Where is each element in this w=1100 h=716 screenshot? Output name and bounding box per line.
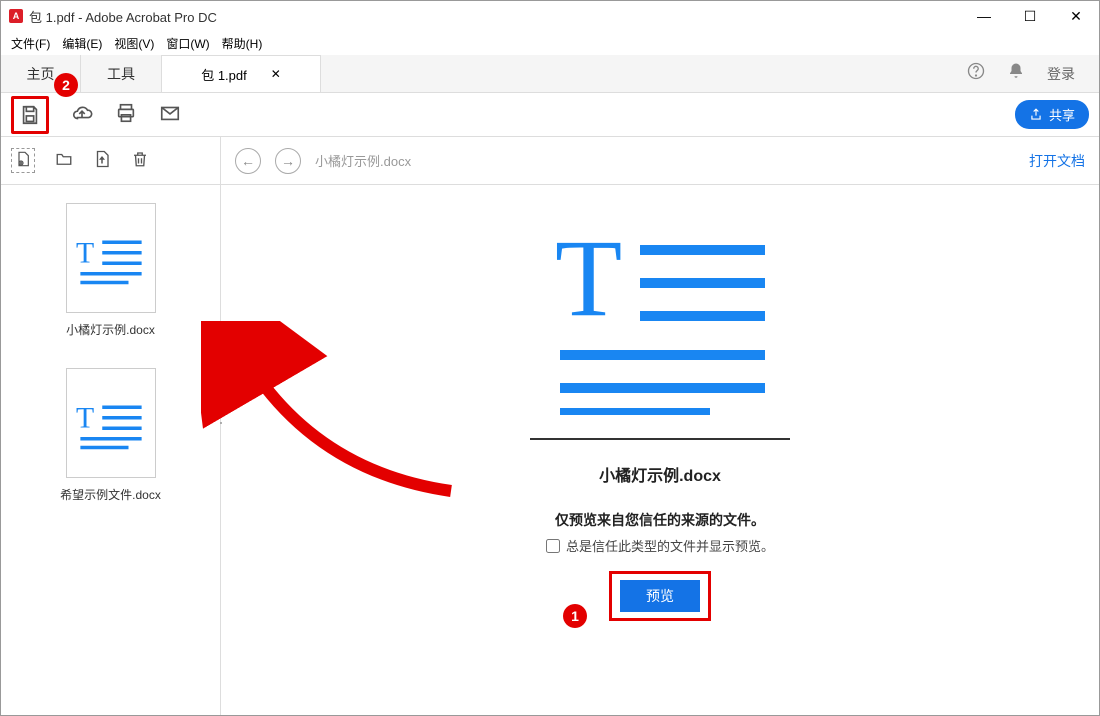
thumbnail-icon: T <box>66 368 156 478</box>
share-icon <box>1029 108 1043 122</box>
preview-button-highlight: 预览 <box>609 571 711 621</box>
always-trust-checkbox[interactable] <box>546 539 560 553</box>
print-icon[interactable] <box>115 102 137 127</box>
minimize-button[interactable]: — <box>961 1 1007 31</box>
sidebar: T 小橘灯示例.docx T 希望示例文件.docx <box>1 137 221 715</box>
always-trust-row[interactable]: 总是信任此类型的文件并显示预览。 <box>546 536 774 555</box>
mail-icon[interactable] <box>159 102 181 127</box>
help-icon[interactable] <box>967 62 985 85</box>
add-file-icon[interactable] <box>11 148 35 173</box>
breadcrumb-path: 小橘灯示例.docx <box>315 151 411 170</box>
nav-forward-button[interactable]: → <box>275 148 301 174</box>
tab-tools[interactable]: 工具 <box>81 55 161 92</box>
trash-icon[interactable] <box>131 150 149 171</box>
preview-filename: 小橘灯示例.docx <box>599 462 721 486</box>
thumbnails-panel: T 小橘灯示例.docx T 希望示例文件.docx <box>1 185 220 521</box>
save-icon <box>19 104 41 126</box>
content-toolbar: ← → 小橘灯示例.docx 打开文档 <box>221 137 1099 185</box>
folder-icon[interactable] <box>55 150 73 171</box>
thumbnail-label: 希望示例文件.docx <box>60 486 161 503</box>
bell-icon[interactable] <box>1007 62 1025 85</box>
title-bar: A 包 1.pdf - Adobe Acrobat Pro DC — ☐ ✕ <box>1 1 1099 31</box>
open-document-link[interactable]: 打开文档 <box>1029 151 1085 171</box>
thumbnail-icon: T <box>66 203 156 313</box>
tabs-bar: 主页 工具 包 1.pdf ✕ 登录 <box>1 55 1099 93</box>
menu-file[interactable]: 文件(F) <box>5 33 56 54</box>
svg-text:T: T <box>76 401 94 434</box>
annotation-arrow <box>201 321 461 511</box>
close-window-button[interactable]: ✕ <box>1053 1 1099 31</box>
window-title: 包 1.pdf - Adobe Acrobat Pro DC <box>29 7 217 26</box>
menu-bar: 文件(F) 编辑(E) 视图(V) 窗口(W) 帮助(H) <box>1 31 1099 55</box>
extract-icon[interactable] <box>93 150 111 171</box>
trust-warning: 仅预览来自您信任的来源的文件。 <box>555 510 765 530</box>
svg-text:T: T <box>555 217 622 339</box>
toolbar: 共享 <box>1 93 1099 137</box>
tab-close-icon[interactable]: ✕ <box>271 67 281 81</box>
svg-text:T: T <box>76 236 94 269</box>
menu-edit[interactable]: 编辑(E) <box>56 33 108 54</box>
nav-back-button[interactable]: ← <box>235 148 261 174</box>
annotation-badge-2: 2 <box>54 73 78 97</box>
annotation-badge-1: 1 <box>563 604 587 628</box>
share-label: 共享 <box>1049 105 1075 124</box>
preview-button[interactable]: 预览 <box>620 580 700 612</box>
share-button[interactable]: 共享 <box>1015 100 1089 129</box>
thumbnail-item[interactable]: T 希望示例文件.docx <box>60 368 161 503</box>
login-link[interactable]: 登录 <box>1047 64 1075 84</box>
thumbnail-label: 小橘灯示例.docx <box>66 321 155 338</box>
app-logo-icon: A <box>9 9 23 23</box>
document-large-icon: T <box>550 215 770 418</box>
main-area: T 小橘灯示例.docx T 希望示例文件.docx ← → 小橘灯示例.doc… <box>1 137 1099 715</box>
cloud-upload-icon[interactable] <box>71 102 93 127</box>
always-trust-label: 总是信任此类型的文件并显示预览。 <box>566 536 774 555</box>
menu-window[interactable]: 窗口(W) <box>160 33 215 54</box>
tab-document-label: 包 1.pdf <box>201 65 247 84</box>
thumbnail-item[interactable]: T 小橘灯示例.docx <box>66 203 156 338</box>
maximize-button[interactable]: ☐ <box>1007 1 1053 31</box>
menu-help[interactable]: 帮助(H) <box>216 33 269 54</box>
save-button[interactable] <box>11 96 49 134</box>
menu-view[interactable]: 视图(V) <box>108 33 160 54</box>
tab-document[interactable]: 包 1.pdf ✕ <box>161 55 321 92</box>
sidebar-toolbar <box>1 137 220 185</box>
divider <box>530 438 790 440</box>
